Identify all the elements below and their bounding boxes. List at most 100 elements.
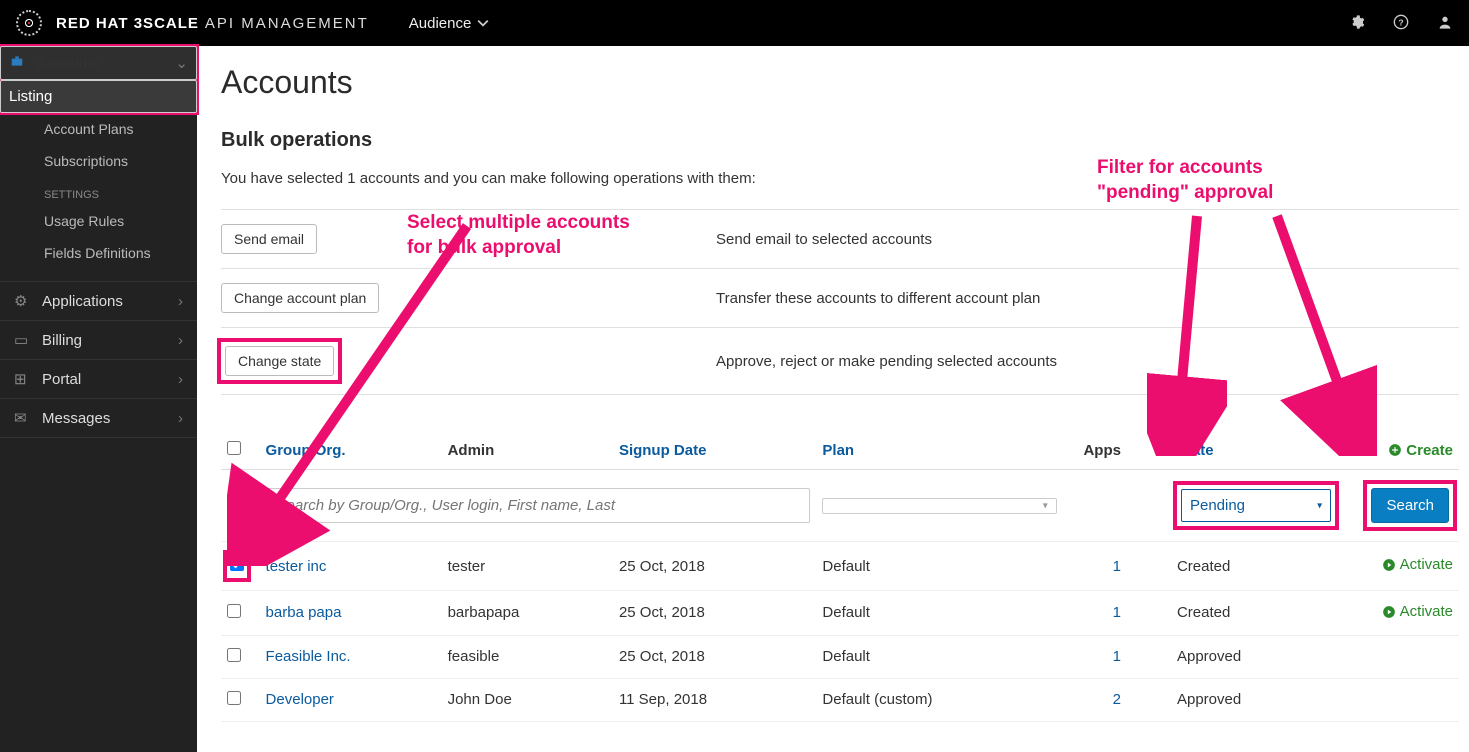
search-button[interactable]: Search: [1371, 488, 1449, 523]
plus-circle-icon: [1388, 443, 1402, 457]
row-plan: Default: [816, 591, 1062, 636]
svg-text:?: ?: [1398, 17, 1403, 27]
row-admin: feasible: [442, 635, 613, 678]
bulk-row-text: Transfer these accounts to different acc…: [716, 290, 1040, 307]
row-checkbox[interactable]: [227, 691, 241, 705]
annotation-highlight-checkbox: [227, 554, 247, 578]
envelope-icon: ✉: [14, 409, 32, 427]
row-date: 25 Oct, 2018: [613, 542, 816, 591]
brand-thin: API MANAGEMENT: [205, 15, 369, 32]
sidebar-item-portal[interactable]: ⊞ Portal ›: [0, 360, 197, 399]
annotation-highlight-change-state: Change state: [221, 342, 338, 380]
cubes-icon: ⚙: [14, 292, 32, 310]
send-email-button[interactable]: Send email: [221, 224, 317, 254]
caret-down-icon: ▾: [1317, 500, 1322, 511]
sidebar-sub-subscriptions[interactable]: Subscriptions: [0, 145, 197, 177]
sidebar-item-applications[interactable]: ⚙ Applications ›: [0, 281, 197, 321]
search-input[interactable]: [266, 488, 811, 523]
apps-link[interactable]: 1: [1113, 558, 1121, 575]
accounts-table: Group/Org. Admin Signup Date Plan Apps S…: [221, 431, 1459, 722]
annotation-highlight-state-filter: Pending▾: [1177, 485, 1335, 526]
apps-link[interactable]: 1: [1113, 648, 1121, 665]
org-link[interactable]: barba papa: [266, 604, 342, 621]
bulk-heading: Bulk operations: [221, 129, 1459, 152]
sidebar-item-messages[interactable]: ✉ Messages ›: [0, 399, 197, 438]
page-title: Accounts: [221, 64, 1459, 101]
row-date: 25 Oct, 2018: [613, 635, 816, 678]
annotation-highlight-sidebar: Accounts ⌄ Listing: [0, 46, 197, 113]
row-checkbox[interactable]: [227, 604, 241, 618]
col-group[interactable]: Group/Org.: [260, 431, 442, 470]
bulk-description: You have selected 1 accounts and you can…: [221, 170, 1459, 187]
row-checkbox[interactable]: [230, 557, 244, 571]
chevron-down-icon: [477, 17, 489, 29]
col-state[interactable]: State: [1127, 431, 1341, 470]
row-state: Created: [1127, 542, 1341, 591]
change-plan-button[interactable]: Change account plan: [221, 283, 379, 313]
logo-icon: [16, 10, 42, 36]
row-plan: Default: [816, 542, 1062, 591]
audience-dropdown[interactable]: Audience: [409, 15, 490, 32]
chevron-right-icon: ›: [178, 293, 183, 310]
bulk-row-change-state: Change state Approve, reject or make pen…: [221, 328, 1459, 395]
org-link[interactable]: tester inc: [266, 558, 327, 575]
chevron-right-icon: ›: [178, 332, 183, 349]
activate-button[interactable]: Activate: [1382, 603, 1453, 620]
main-content: Accounts Bulk operations You have select…: [197, 46, 1469, 752]
apps-link[interactable]: 2: [1113, 691, 1121, 708]
user-icon[interactable]: [1437, 14, 1453, 33]
row-state: Created: [1127, 591, 1341, 636]
table-row: Feasible Inc. feasible 25 Oct, 2018 Defa…: [221, 635, 1459, 678]
sidebar-item-billing[interactable]: ▭ Billing ›: [0, 321, 197, 360]
top-bar: RED HAT 3SCALE API MANAGEMENT Audience ?: [0, 0, 1469, 46]
credit-card-icon: ▭: [14, 331, 32, 349]
sitemap-icon: ⊞: [14, 370, 32, 388]
bulk-row-send-email: Send email Send email to selected accoun…: [221, 209, 1459, 269]
filter-row: ▾ Pending▾ Search: [221, 470, 1459, 542]
plan-filter-select[interactable]: ▾: [822, 498, 1056, 514]
table-header-row: Group/Org. Admin Signup Date Plan Apps S…: [221, 431, 1459, 470]
gear-icon[interactable]: [1349, 14, 1365, 33]
play-circle-icon: [1382, 605, 1396, 619]
chevron-right-icon: ›: [178, 371, 183, 388]
col-apps: Apps: [1063, 431, 1127, 470]
col-admin: Admin: [442, 431, 613, 470]
table-row: Developer John Doe 11 Sep, 2018 Default …: [221, 678, 1459, 721]
create-button[interactable]: Create: [1347, 442, 1453, 459]
state-filter-select[interactable]: Pending▾: [1181, 489, 1331, 522]
sidebar-item-label: Accounts: [37, 55, 99, 72]
annotation-highlight-search: Search: [1367, 484, 1453, 527]
row-plan: Default (custom): [816, 678, 1062, 721]
sidebar-sub-listing[interactable]: Listing: [0, 80, 197, 113]
org-link[interactable]: Feasible Inc.: [266, 648, 351, 665]
caret-down-icon: ▾: [1043, 500, 1048, 511]
apps-link[interactable]: 1: [1113, 604, 1121, 621]
row-date: 25 Oct, 2018: [613, 591, 816, 636]
chevron-down-icon: ⌄: [175, 54, 188, 72]
brand: RED HAT 3SCALE API MANAGEMENT: [56, 15, 369, 32]
col-create: Create: [1341, 431, 1459, 470]
bulk-row-text: Approve, reject or make pending selected…: [716, 353, 1057, 370]
col-signup[interactable]: Signup Date: [613, 431, 816, 470]
top-icons: ?: [1349, 14, 1453, 33]
activate-button[interactable]: Activate: [1382, 556, 1453, 573]
brand-bold: RED HAT 3SCALE: [56, 15, 199, 32]
org-link[interactable]: Developer: [266, 691, 334, 708]
sidebar-sub-usage-rules[interactable]: Usage Rules: [0, 205, 197, 237]
audience-label: Audience: [409, 15, 472, 32]
row-state: Approved: [1127, 635, 1341, 678]
sidebar-item-accounts[interactable]: Accounts ⌄: [0, 46, 197, 80]
row-checkbox[interactable]: [227, 648, 241, 662]
bulk-row-change-plan: Change account plan Transfer these accou…: [221, 269, 1459, 328]
help-icon[interactable]: ?: [1393, 14, 1409, 33]
sidebar-sub-account-plans[interactable]: Account Plans: [0, 113, 197, 145]
sidebar-sub-fields-definitions[interactable]: Fields Definitions: [0, 237, 197, 269]
col-plan[interactable]: Plan: [816, 431, 1062, 470]
chevron-right-icon: ›: [178, 410, 183, 427]
select-all-checkbox[interactable]: [227, 441, 241, 455]
sidebar-heading-settings: Settings: [0, 177, 197, 205]
row-admin: barbapapa: [442, 591, 613, 636]
change-state-button[interactable]: Change state: [225, 346, 334, 376]
row-admin: tester: [442, 542, 613, 591]
play-circle-icon: [1382, 558, 1396, 572]
